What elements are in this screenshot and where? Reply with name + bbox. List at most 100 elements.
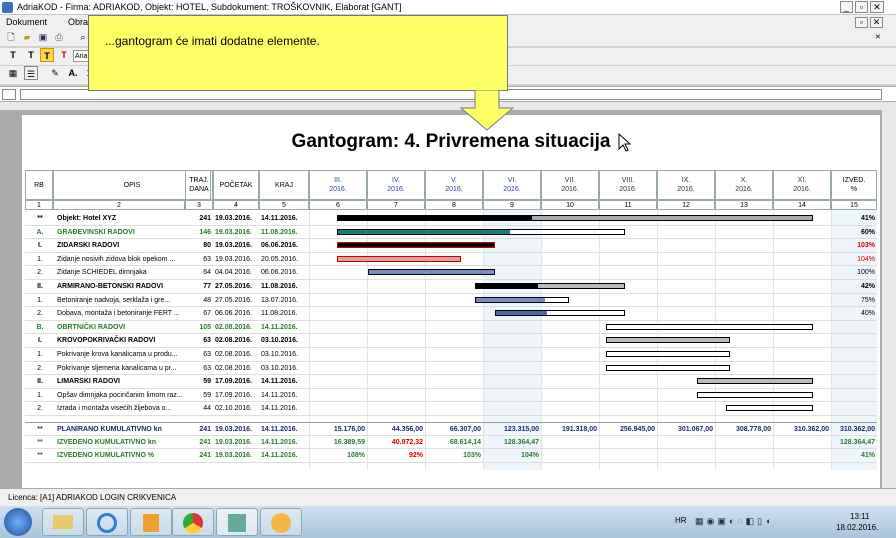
row-rb: B. bbox=[36, 323, 44, 331]
new-icon[interactable]: 🗋 bbox=[4, 30, 18, 44]
summary-value: 66.307,00 bbox=[449, 426, 481, 433]
text-style-button-active[interactable]: T bbox=[40, 48, 54, 62]
summary-value: 44.356,00 bbox=[391, 426, 423, 433]
gantt-row: 1. Opšav dimnjaka pocinčanim limom raz...… bbox=[25, 389, 877, 403]
header-month-0: III. 2016. bbox=[309, 170, 367, 200]
row-izved: 75% bbox=[860, 296, 875, 304]
gantt-row: 2. Dobava, montaža i betoniranje FERT ...… bbox=[25, 307, 877, 321]
doc-restore-button[interactable]: ▫ bbox=[855, 17, 868, 28]
header-month-5: VIII. 2016. bbox=[599, 170, 657, 200]
ie-task-icon[interactable] bbox=[86, 508, 128, 536]
summary-value bbox=[773, 436, 829, 449]
print-icon[interactable]: ⎙ bbox=[52, 30, 66, 44]
row-kraj: 14.11.2016. bbox=[261, 378, 298, 386]
cell-reference-box[interactable] bbox=[2, 89, 16, 100]
vertical-scrollbar[interactable] bbox=[882, 102, 896, 488]
row-pocetak: 04.04.2016. bbox=[215, 269, 252, 277]
row-izved bbox=[831, 362, 875, 375]
clock-time[interactable]: 13:11 bbox=[850, 512, 869, 521]
gantt-bar[interactable] bbox=[337, 242, 495, 249]
close-button[interactable]: ✕ bbox=[870, 1, 884, 13]
doc-close-button[interactable]: ✕ bbox=[870, 17, 883, 28]
gantt-bar[interactable] bbox=[475, 283, 625, 289]
gantt-bar[interactable] bbox=[606, 351, 731, 357]
clock-date[interactable]: 18.02.2016. bbox=[836, 523, 878, 532]
colnum-8: 8 bbox=[425, 200, 483, 210]
text-style-button[interactable]: T bbox=[24, 48, 38, 62]
row-pocetak: 02.08.2016. bbox=[215, 323, 252, 331]
gantt-bar[interactable] bbox=[606, 337, 731, 344]
row-traj: 63 bbox=[203, 364, 211, 372]
header-month-8: XI. 2016. bbox=[773, 170, 831, 200]
gantt-bar[interactable] bbox=[726, 405, 813, 412]
adriakod-task-icon[interactable] bbox=[216, 508, 258, 536]
open-folder-icon[interactable]: ▰ bbox=[20, 30, 34, 44]
row-rb: 1. bbox=[37, 296, 43, 304]
row-pocetak: 02.08.2016. bbox=[215, 351, 252, 358]
row-opis: KROVOPOKRIVAČKI RADOVI bbox=[57, 337, 156, 345]
row-opis: Zidanje SCHIEDEL dimnjaka bbox=[57, 269, 147, 277]
row-pocetak: 02.08.2016. bbox=[215, 337, 252, 345]
gantt-bar[interactable] bbox=[337, 255, 462, 262]
gantt-table: RB OPIS TRAJ. DANA POČETAK KRAJ III. 2016. IV. 20… bbox=[25, 170, 877, 470]
row-kraj: 20.05.2016. bbox=[261, 255, 298, 263]
gantt-bar[interactable] bbox=[494, 310, 625, 317]
header-month-3: VI. 2016. bbox=[483, 170, 541, 200]
summary-opis: IZVEDENO KUMULATIVNO % bbox=[57, 452, 155, 460]
chrome-task-icon[interactable] bbox=[172, 508, 214, 536]
menu-dokument[interactable]: Dokument bbox=[6, 17, 47, 27]
text-color-button[interactable]: T bbox=[57, 48, 71, 62]
tray-icons[interactable]: ▦◉▣◐◌◧▯◖ bbox=[695, 516, 774, 527]
gantt-bar[interactable] bbox=[368, 269, 495, 276]
colnum-15: 15 bbox=[831, 200, 877, 210]
explorer-task-icon[interactable] bbox=[42, 508, 84, 536]
summary-izved: 128.364,47 bbox=[839, 438, 875, 446]
row-rb: 2. bbox=[37, 405, 43, 413]
gantt-row: 1. Pokrivanje krova kanalicama u produ...… bbox=[25, 348, 877, 362]
toolbar-close-icon[interactable]: ✕ bbox=[875, 33, 881, 41]
gantt-row: 1. Zidanje nosivih zidova blok opekom ...… bbox=[25, 253, 877, 267]
summary-opis: PLANIRANO KUMULATIVNO kn bbox=[57, 426, 162, 433]
summary-pocetak: 19.03.2016. bbox=[215, 452, 252, 460]
eraser-icon[interactable]: ✎ bbox=[48, 66, 62, 80]
row-traj: 44 bbox=[203, 405, 211, 413]
summary-value: 92% bbox=[408, 452, 423, 460]
summary-kraj: 14.11.2016. bbox=[261, 426, 298, 433]
gantt-bar[interactable] bbox=[337, 215, 813, 221]
border-icon[interactable]: ▦ bbox=[6, 66, 20, 80]
row-izved bbox=[831, 402, 875, 415]
header-month-6: IX. 2016. bbox=[657, 170, 715, 200]
save-icon[interactable]: ▣ bbox=[36, 30, 50, 44]
start-button[interactable] bbox=[4, 508, 32, 536]
gantt-bar[interactable] bbox=[475, 296, 570, 303]
summary-value: 123.315,00 bbox=[503, 426, 539, 433]
maximize-button[interactable]: ▫ bbox=[855, 1, 868, 13]
align-icon[interactable]: ☰ bbox=[24, 66, 38, 80]
gantt-row: B. OBRTNIČKI RADOVI 105 02.08.2016. 14.11.20… bbox=[25, 321, 877, 335]
gantt-bar[interactable] bbox=[606, 323, 813, 330]
text-style-button[interactable]: T bbox=[6, 48, 20, 62]
colnum-5: 5 bbox=[259, 200, 309, 210]
language-indicator[interactable]: HR bbox=[675, 516, 687, 525]
row-izved: 100% bbox=[857, 269, 875, 277]
app-task-icon[interactable] bbox=[260, 508, 302, 536]
summary-value bbox=[657, 436, 713, 449]
row-traj: 146 bbox=[199, 228, 211, 236]
gantt-bar[interactable] bbox=[606, 364, 731, 371]
row-kraj: 13.07.2016. bbox=[261, 296, 298, 304]
summary-value: 104% bbox=[521, 452, 539, 460]
gantt-bar[interactable] bbox=[337, 228, 625, 235]
row-opis: ARMIRANO-BETONSKI RADOVI bbox=[57, 283, 164, 290]
minimize-button[interactable]: _ bbox=[840, 1, 853, 13]
row-rb: 1. bbox=[37, 391, 43, 399]
row-pocetak: 17.09.2016. bbox=[215, 378, 252, 386]
summary-pocetak: 19.03.2016. bbox=[215, 426, 252, 433]
gantt-bar[interactable] bbox=[696, 391, 813, 398]
gantt-row: I. ZIDARSKI RADOVI 80 19.03.2016. 06.06.2016… bbox=[25, 239, 877, 253]
summary-traj: 241 bbox=[199, 452, 211, 460]
style-label[interactable]: A. bbox=[66, 66, 80, 80]
gantt-bar[interactable] bbox=[696, 378, 813, 385]
media-player-task-icon[interactable] bbox=[130, 508, 172, 536]
row-izved bbox=[831, 375, 875, 388]
gantt-row: 2. Izrada i montaža visećih žljebova o...… bbox=[25, 402, 877, 416]
